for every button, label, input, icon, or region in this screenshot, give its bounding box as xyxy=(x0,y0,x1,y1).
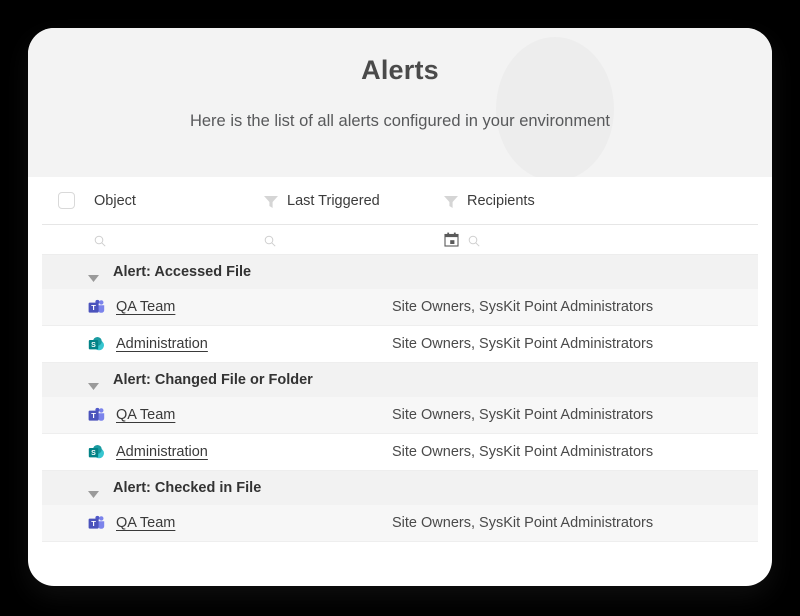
alerts-card: Alerts Here is the list of all alerts co… xyxy=(28,28,772,586)
cell-object: S Administration xyxy=(42,336,392,353)
table-row[interactable]: T QA Team Site Owners, SysKit Point Admini… xyxy=(42,397,758,434)
cell-recipients: Site Owners, SysKit Point Administrators xyxy=(392,444,654,460)
select-all-cell[interactable] xyxy=(58,192,94,209)
page-title: Alerts xyxy=(361,55,439,85)
alert-group-header[interactable]: Alert: Checked in File xyxy=(42,471,758,505)
column-header-last-triggered-label: Last Triggered xyxy=(287,192,380,209)
microsoft-teams-icon: T xyxy=(88,515,105,532)
object-link[interactable]: QA Team xyxy=(116,515,175,531)
svg-text:S: S xyxy=(91,342,96,349)
table-filter-row xyxy=(42,225,758,255)
last-triggered-search-cell[interactable] xyxy=(264,234,444,247)
object-link[interactable]: QA Team xyxy=(116,407,175,423)
svg-text:S: S xyxy=(91,450,96,457)
chevron-down-icon[interactable] xyxy=(88,485,99,498)
table-row[interactable]: T QA Team Site Owners, SysKit Point Admini… xyxy=(42,505,758,542)
sharepoint-icon: S xyxy=(88,336,105,353)
column-header-object-label: Object xyxy=(94,192,136,209)
sharepoint-icon: S xyxy=(88,444,105,461)
object-link[interactable]: QA Team xyxy=(116,299,175,315)
filter-icon[interactable] xyxy=(444,195,458,208)
cell-recipients: Site Owners, SysKit Point Administrators xyxy=(392,299,654,315)
svg-text:T: T xyxy=(91,303,96,312)
object-link[interactable]: Administration xyxy=(116,444,208,460)
table-row[interactable]: T QA Team Site Owners, SysKit Point Admini… xyxy=(42,289,758,326)
cell-recipients: Site Owners, SysKit Point Administrators xyxy=(392,407,654,423)
card-header: Alerts Here is the list of all alerts co… xyxy=(28,28,772,177)
object-link[interactable]: Administration xyxy=(116,336,208,352)
alerts-groups-container: Alert: Accessed File T QA Team Site Owners,… xyxy=(28,255,772,542)
svg-text:T: T xyxy=(91,519,96,528)
svg-text:T: T xyxy=(91,411,96,420)
microsoft-teams-icon: T xyxy=(88,299,105,316)
page-subtitle: Here is the list of all alerts configure… xyxy=(189,112,611,130)
microsoft-teams-icon: T xyxy=(88,407,105,424)
calendar-icon[interactable] xyxy=(444,232,459,247)
object-search-cell[interactable] xyxy=(94,234,264,247)
search-icon[interactable] xyxy=(468,234,480,247)
table-row[interactable]: S Administration Site Owners, SysKit Point… xyxy=(42,326,758,363)
filter-icon[interactable] xyxy=(264,195,278,208)
search-icon[interactable] xyxy=(264,234,276,247)
alert-group-title: Alert: Checked in File xyxy=(113,480,262,496)
alert-group-header[interactable]: Alert: Accessed File xyxy=(42,255,758,289)
recipients-search-cell[interactable] xyxy=(444,232,758,247)
column-header-object[interactable]: Object xyxy=(94,193,264,209)
cell-object: T QA Team xyxy=(42,515,392,532)
table-row[interactable]: S Administration Site Owners, SysKit Point… xyxy=(42,434,758,471)
cell-object: T QA Team xyxy=(42,299,392,316)
alerts-table: Object Last Triggered Recipients Alert: … xyxy=(28,177,772,542)
screen-root: Alerts Here is the list of all alerts co… xyxy=(0,0,800,616)
chevron-down-icon[interactable] xyxy=(88,377,99,390)
chevron-down-icon[interactable] xyxy=(88,269,99,282)
cell-object: T QA Team xyxy=(42,407,392,424)
cell-recipients: Site Owners, SysKit Point Administrators xyxy=(392,336,654,352)
column-header-last-triggered[interactable]: Last Triggered xyxy=(264,193,444,209)
table-column-header-row: Object Last Triggered Recipients xyxy=(42,177,758,225)
alert-group-title: Alert: Changed File or Folder xyxy=(113,372,313,388)
column-header-recipients-label: Recipients xyxy=(467,192,535,209)
search-icon[interactable] xyxy=(94,234,106,247)
cell-object: S Administration xyxy=(42,444,392,461)
cell-recipients: Site Owners, SysKit Point Administrators xyxy=(392,515,654,531)
column-header-recipients[interactable]: Recipients xyxy=(444,193,758,209)
select-all-checkbox[interactable] xyxy=(58,192,75,209)
alert-group-title: Alert: Accessed File xyxy=(113,264,252,280)
alert-group-header[interactable]: Alert: Changed File or Folder xyxy=(42,363,758,397)
